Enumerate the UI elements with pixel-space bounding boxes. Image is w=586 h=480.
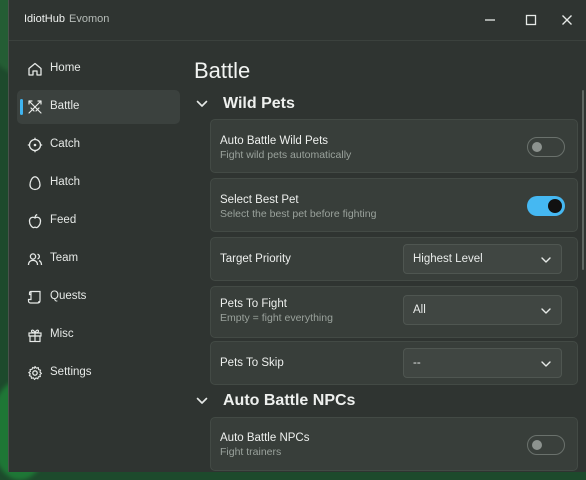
gear-icon bbox=[28, 365, 43, 381]
sidebar-item-label: Quests bbox=[50, 290, 87, 302]
section-title: Auto Battle NPCs bbox=[223, 392, 356, 409]
sidebar-item-label: Settings bbox=[50, 366, 92, 378]
setting-title: Target Priority bbox=[220, 253, 291, 265]
swords-icon bbox=[28, 100, 42, 114]
close-button[interactable] bbox=[553, 9, 581, 31]
toggle-knob bbox=[532, 142, 542, 152]
chevron-down-icon bbox=[541, 257, 551, 263]
scroll-icon bbox=[27, 290, 41, 304]
sidebar-item-home[interactable]: Home bbox=[17, 52, 180, 86]
window-title: IdiotHub Evomon bbox=[24, 13, 109, 25]
sidebar-item-label: Misc bbox=[50, 328, 74, 340]
sidebar-item-settings[interactable]: Settings bbox=[17, 356, 180, 390]
sidebar-item-catch[interactable]: Catch bbox=[17, 128, 180, 162]
pets-to-fight-dropdown[interactable]: All bbox=[403, 295, 562, 325]
sidebar-item-label: Battle bbox=[50, 100, 80, 112]
setting-pets-to-fight: Pets To Fight Empty = fight everything A… bbox=[210, 286, 578, 338]
main-content: Battle Wild Pets Auto Battle Wild Pets F… bbox=[189, 44, 582, 472]
sidebar-item-team[interactable]: Team bbox=[17, 242, 180, 276]
minimize-icon bbox=[485, 19, 495, 21]
chevron-down-icon bbox=[541, 308, 551, 314]
chevron-down-icon bbox=[541, 361, 551, 367]
sidebar: Home Battle Catch Hatch Feed Team Quests bbox=[17, 52, 180, 394]
chevron-down-icon bbox=[196, 397, 208, 404]
sidebar-item-label: Catch bbox=[50, 138, 81, 150]
setting-description: Fight trainers bbox=[220, 446, 282, 458]
toggle-knob bbox=[532, 440, 542, 450]
target-icon bbox=[27, 137, 43, 153]
setting-title: Select Best Pet bbox=[220, 194, 299, 206]
setting-target-priority: Target Priority Highest Level bbox=[210, 237, 578, 281]
setting-title: Auto Battle Wild Pets bbox=[220, 135, 329, 147]
setting-description: Select the best pet before fighting bbox=[220, 208, 377, 220]
setting-description: Fight wild pets automatically bbox=[220, 149, 352, 161]
section-wild-pets-header[interactable]: Wild Pets bbox=[195, 95, 295, 113]
setting-auto-battle-wild-pets: Auto Battle Wild Pets Fight wild pets au… bbox=[210, 119, 578, 173]
title-separator bbox=[9, 40, 586, 41]
toggle-knob bbox=[548, 199, 562, 213]
auto-battle-wild-pets-toggle[interactable] bbox=[527, 137, 565, 157]
page-title: Battle bbox=[194, 58, 251, 83]
egg-icon bbox=[29, 176, 41, 191]
maximize-icon bbox=[525, 14, 537, 26]
dropdown-value: -- bbox=[413, 357, 421, 369]
maximize-button[interactable] bbox=[517, 9, 545, 31]
sidebar-item-label: Team bbox=[50, 252, 79, 264]
users-icon bbox=[27, 253, 43, 266]
app-window: IdiotHub Evomon Home Battle Catch Hatch … bbox=[8, 0, 586, 472]
setting-pets-to-skip: Pets To Skip -- bbox=[210, 341, 578, 385]
sidebar-item-label: Home bbox=[50, 62, 81, 74]
game-name: Evomon bbox=[68, 13, 110, 25]
auto-battle-npcs-toggle[interactable] bbox=[527, 435, 565, 455]
sidebar-item-label: Feed bbox=[50, 214, 77, 226]
section-auto-battle-npcs-header[interactable]: Auto Battle NPCs bbox=[195, 392, 355, 410]
home-icon bbox=[28, 62, 42, 76]
sidebar-item-label: Hatch bbox=[50, 176, 81, 188]
apple-icon bbox=[28, 213, 42, 229]
setting-auto-battle-npcs: Auto Battle NPCs Fight trainers bbox=[210, 417, 578, 471]
setting-title: Auto Battle NPCs bbox=[220, 432, 310, 444]
target-priority-dropdown[interactable]: Highest Level bbox=[403, 244, 562, 274]
app-name: IdiotHub bbox=[24, 13, 65, 25]
dropdown-value: All bbox=[413, 304, 426, 316]
pets-to-skip-dropdown[interactable]: -- bbox=[403, 348, 562, 378]
active-indicator bbox=[20, 99, 23, 115]
section-title: Wild Pets bbox=[223, 95, 295, 112]
setting-description: Empty = fight everything bbox=[220, 312, 333, 324]
setting-select-best-pet: Select Best Pet Select the best pet befo… bbox=[210, 178, 578, 232]
sidebar-item-quests[interactable]: Quests bbox=[17, 280, 180, 314]
close-icon bbox=[562, 15, 572, 25]
sidebar-item-feed[interactable]: Feed bbox=[17, 204, 180, 238]
sidebar-item-hatch[interactable]: Hatch bbox=[17, 166, 180, 200]
gift-icon bbox=[28, 329, 42, 343]
chevron-down-icon bbox=[196, 100, 208, 107]
select-best-pet-toggle[interactable] bbox=[527, 196, 565, 216]
scrollbar[interactable] bbox=[582, 90, 584, 270]
sidebar-item-battle[interactable]: Battle bbox=[17, 90, 180, 124]
sidebar-item-misc[interactable]: Misc bbox=[17, 318, 180, 352]
setting-title: Pets To Skip bbox=[220, 357, 284, 369]
title-bar: IdiotHub Evomon bbox=[9, 0, 586, 40]
setting-title: Pets To Fight bbox=[220, 298, 287, 310]
dropdown-value: Highest Level bbox=[413, 253, 483, 265]
minimize-button[interactable] bbox=[476, 9, 504, 31]
